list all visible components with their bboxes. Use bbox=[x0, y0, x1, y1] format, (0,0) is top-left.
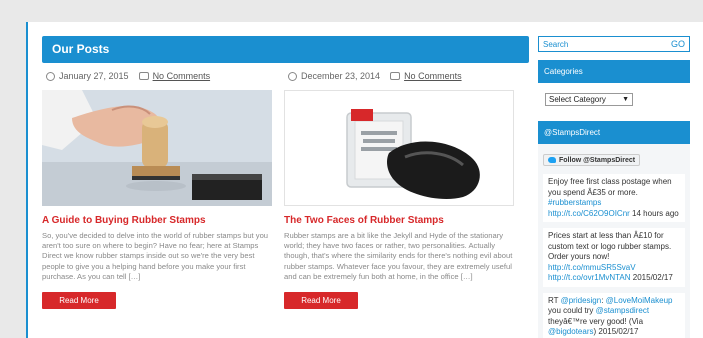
mention-link[interactable]: @bigdotears bbox=[548, 327, 593, 336]
tweet-link[interactable]: http://t.co/mmuSR5SvaV bbox=[548, 263, 636, 272]
clock-icon bbox=[46, 71, 55, 81]
post-card: January 27, 2015 No Comments A Guide to … bbox=[42, 69, 272, 291]
clock-icon bbox=[288, 71, 297, 81]
tweet-text: theyâ€™re very good! (Via bbox=[548, 316, 644, 326]
post-thumbnail[interactable] bbox=[284, 90, 514, 206]
search-placeholder: Search bbox=[543, 39, 569, 49]
comments-link[interactable]: No Comments bbox=[153, 71, 211, 81]
post-excerpt: Rubber stamps are a bit like the Jekyll … bbox=[284, 231, 513, 281]
post-date: December 23, 2014 bbox=[301, 71, 381, 81]
mention-link[interactable]: @stampsdirect bbox=[596, 306, 649, 315]
follow-label: Follow @StampsDirect bbox=[559, 156, 636, 164]
post-card: December 23, 2014 No Comments The Two Fa… bbox=[284, 69, 514, 291]
comments-link[interactable]: No Comments bbox=[404, 71, 462, 81]
post-date: January 27, 2015 bbox=[59, 71, 129, 81]
page-content: Our Posts January 27, 2015 No Comments A… bbox=[26, 22, 703, 338]
tweet-link[interactable]: http://t.co/ovr1MvNTAN bbox=[548, 273, 631, 282]
comment-icon bbox=[390, 72, 401, 80]
read-more-button[interactable]: Read More bbox=[42, 292, 116, 309]
mention-link[interactable]: @LoveMoiMakeup bbox=[606, 296, 673, 305]
search-go-button[interactable]: GO bbox=[671, 39, 685, 49]
tweet-text: Enjoy free first class postage when you … bbox=[548, 177, 672, 197]
tweet-text: Prices start at less than Â£10 for custo… bbox=[548, 231, 672, 261]
post-meta: January 27, 2015 No Comments bbox=[42, 69, 272, 83]
twitter-feed: Follow @StampsDirect Enjoy free first cl… bbox=[538, 144, 690, 338]
post-title[interactable]: The Two Faces of Rubber Stamps bbox=[284, 215, 514, 229]
tweet: Enjoy free first class postage when you … bbox=[543, 174, 685, 222]
tweet-text: you could try bbox=[548, 306, 596, 315]
mention-link[interactable]: @pridesign bbox=[561, 296, 602, 305]
tweet-time[interactable]: 2015/02/17 bbox=[598, 327, 638, 336]
section-header: Our Posts bbox=[42, 36, 529, 63]
hashtag-link[interactable]: #rubberstamps bbox=[548, 198, 601, 207]
tweet-link[interactable]: http://t.co/C62O9OICnr bbox=[548, 209, 630, 218]
read-more-button[interactable]: Read More bbox=[284, 292, 358, 309]
category-selected: Select Category bbox=[549, 95, 606, 104]
post-thumbnail[interactable] bbox=[42, 90, 272, 206]
tweet: RT @pridesign: @LoveMoiMakeup you could … bbox=[543, 292, 685, 338]
tweet: Prices start at less than Â£10 for custo… bbox=[543, 228, 685, 287]
sidebar: Search GO Categories Select Category ▼ @… bbox=[538, 36, 690, 338]
comment-icon bbox=[138, 72, 149, 80]
categories-title: Categories bbox=[538, 60, 690, 83]
post-title[interactable]: A Guide to Buying Rubber Stamps bbox=[42, 215, 272, 229]
post-excerpt: So, you've decided to delve into the wor… bbox=[42, 231, 269, 281]
twitter-title: @StampsDirect bbox=[538, 121, 690, 144]
category-select[interactable]: Select Category ▼ bbox=[545, 93, 633, 106]
tweet-time[interactable]: 2015/02/17 bbox=[633, 273, 673, 282]
tweet-text: RT bbox=[548, 295, 561, 305]
tweet-time[interactable]: 14 hours ago bbox=[632, 209, 679, 218]
post-meta: December 23, 2014 No Comments bbox=[284, 69, 514, 83]
tweet-text: ) bbox=[593, 327, 597, 336]
twitter-bird-icon bbox=[548, 157, 556, 163]
search-input[interactable]: Search GO bbox=[538, 36, 690, 52]
follow-button[interactable]: Follow @StampsDirect bbox=[543, 154, 641, 166]
chevron-down-icon: ▼ bbox=[622, 96, 629, 103]
